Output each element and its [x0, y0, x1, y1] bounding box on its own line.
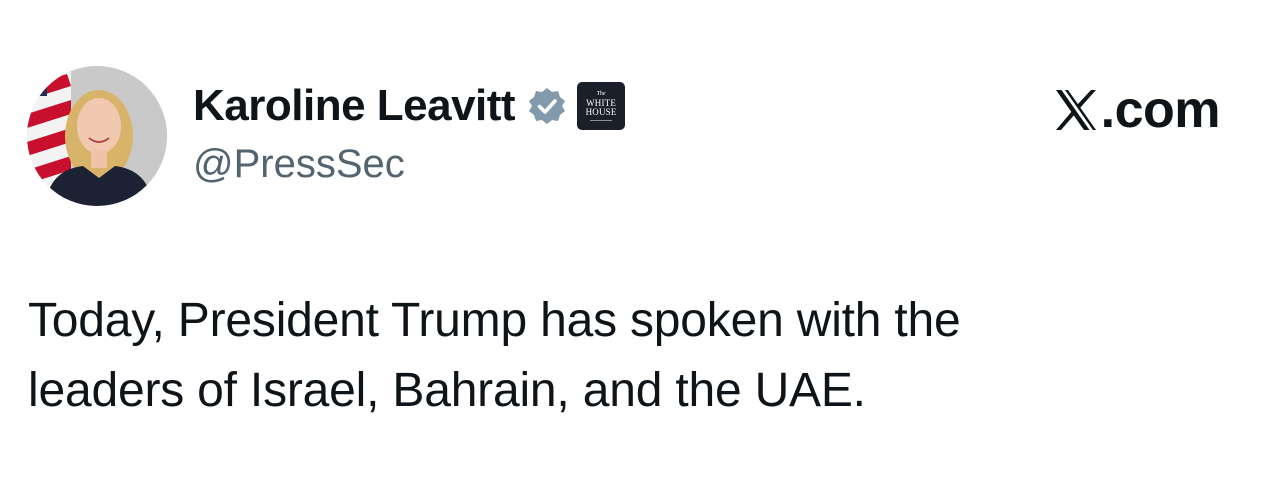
tweet-text-line: leaders of Israel, Bahrain, and the UAE. [28, 364, 866, 417]
x-logo-icon [1053, 87, 1099, 133]
author-display-name[interactable]: Karoline Leavitt [193, 81, 516, 131]
badge-rule [590, 120, 613, 121]
site-watermark: .com [1053, 80, 1221, 140]
badge-text-the: The [596, 91, 606, 97]
tweet-text: Today, President Trump has spoken with t… [28, 286, 1228, 426]
avatar[interactable] [27, 66, 167, 206]
avatar-photo [27, 66, 167, 206]
author-handle[interactable]: @PressSec [193, 142, 405, 187]
site-domain: .com [1100, 81, 1221, 139]
verified-badge-icon [527, 86, 567, 126]
tweet-text-line: Today, President Trump has spoken with t… [28, 294, 961, 347]
tweet-card: Karoline Leavitt The WHITE HOUSE @PressS… [0, 0, 1280, 478]
white-house-badge-icon[interactable]: The WHITE HOUSE [577, 82, 626, 130]
badge-text-house: HOUSE [585, 107, 617, 117]
author-name-row: Karoline Leavitt The WHITE HOUSE [193, 78, 626, 134]
